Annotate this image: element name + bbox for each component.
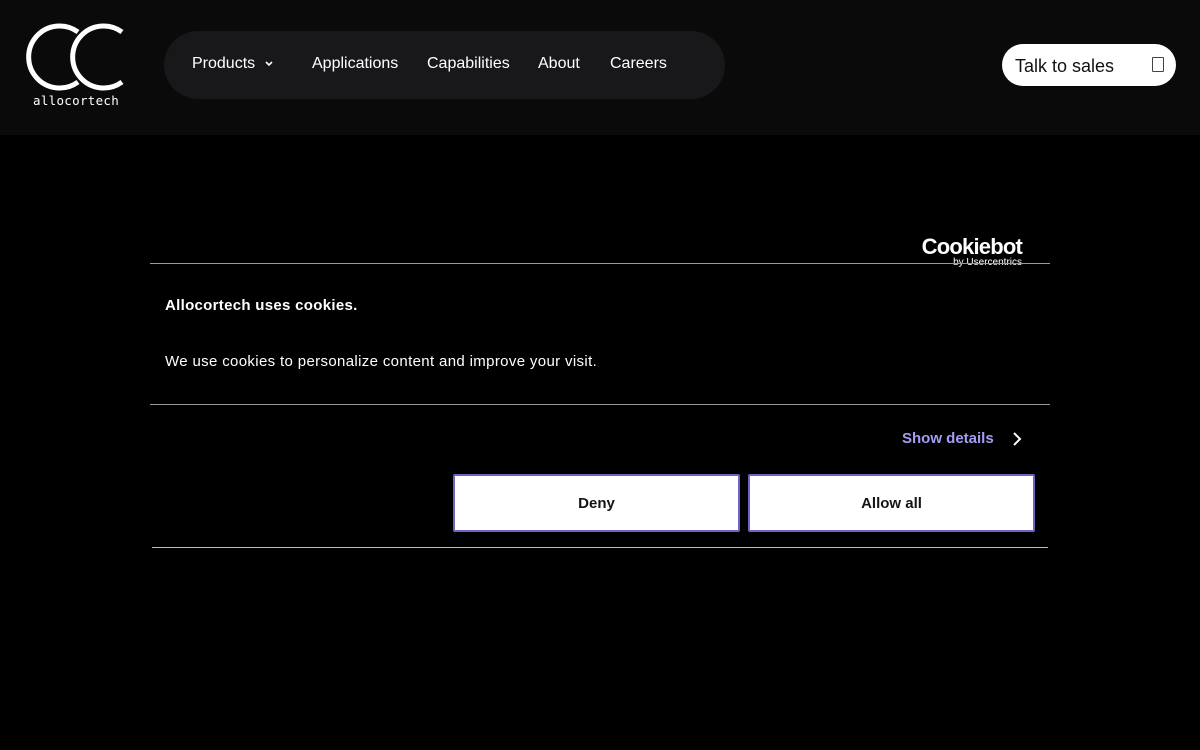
- divider: [150, 404, 1050, 405]
- deny-button-label: Deny: [578, 495, 615, 512]
- nav-item-applications[interactable]: Applications: [312, 55, 398, 73]
- chevron-down-icon[interactable]: [262, 57, 276, 71]
- cookie-consent-dialog: Cookiebot by Usercentrics Allocortech us…: [150, 195, 1050, 548]
- main-nav: Products Applications Capabilities About…: [164, 31, 725, 99]
- divider: [150, 263, 1050, 264]
- placeholder-glyph-icon: [1152, 57, 1164, 72]
- allow-all-button-label: Allow all: [861, 495, 922, 512]
- site-header: allocortech Products Applications Capabi…: [0, 0, 1200, 135]
- show-details-link[interactable]: Show details: [902, 430, 994, 448]
- nav-item-careers[interactable]: Careers: [610, 55, 667, 73]
- talk-to-sales-label: Talk to sales: [1015, 56, 1115, 76]
- chevron-right-icon[interactable]: [1011, 431, 1023, 447]
- logo-mark-icon: [26, 23, 124, 91]
- divider: [152, 547, 1048, 548]
- nav-item-about[interactable]: About: [538, 55, 580, 73]
- nav-item-products[interactable]: Products: [192, 55, 255, 73]
- allocortech-logo[interactable]: allocortech: [22, 22, 126, 112]
- logo-text: allocortech: [33, 93, 120, 108]
- cookiebot-logo[interactable]: Cookiebot by Usercentrics: [922, 215, 1037, 269]
- cookiebot-logo-text: Cookiebot: [921, 234, 1023, 259]
- cookie-dialog-title: Allocortech uses cookies.: [165, 297, 358, 314]
- nav-item-capabilities[interactable]: Capabilities: [427, 55, 510, 73]
- deny-button[interactable]: Deny: [453, 474, 740, 532]
- talk-to-sales-button[interactable]: Talk to sales: [1002, 44, 1176, 86]
- cookie-dialog-body: We use cookies to personalize content an…: [165, 353, 598, 370]
- allow-all-button[interactable]: Allow all: [748, 474, 1035, 532]
